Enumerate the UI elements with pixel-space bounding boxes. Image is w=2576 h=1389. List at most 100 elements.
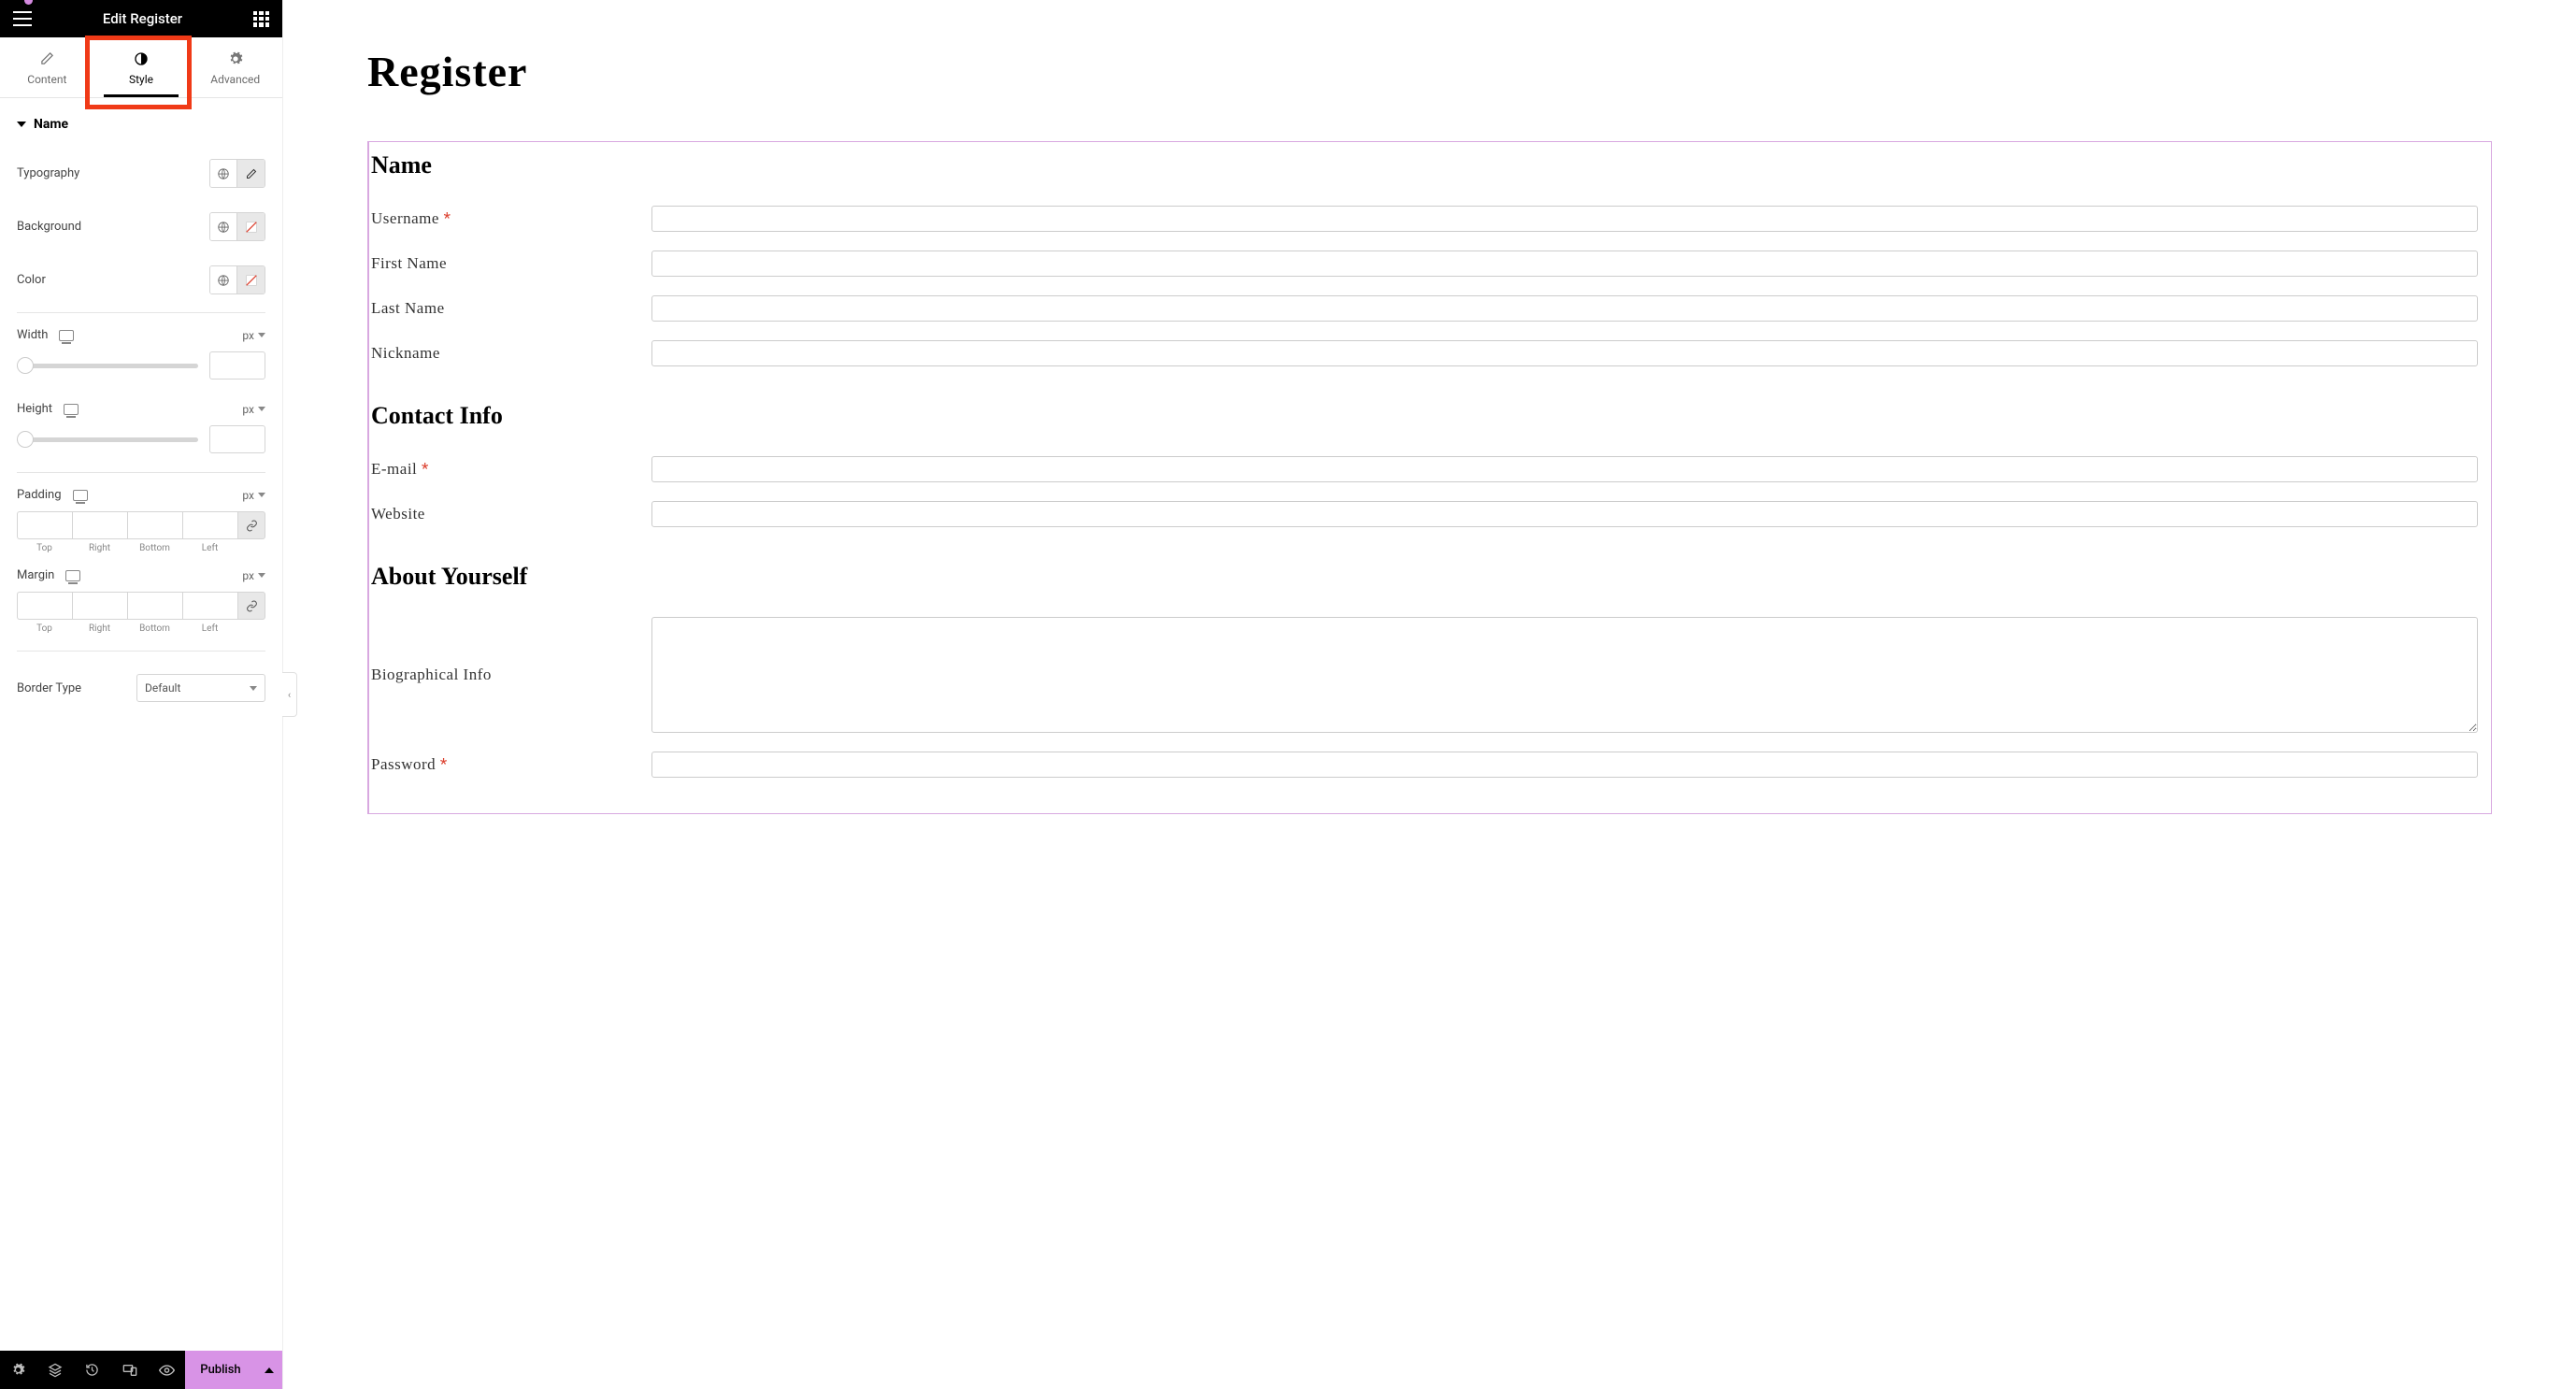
header-title: Edit Register bbox=[103, 10, 182, 27]
side-label: Bottom bbox=[139, 543, 170, 553]
field-input[interactable] bbox=[651, 617, 2478, 733]
typography-label: Typography bbox=[17, 166, 79, 180]
field-input[interactable] bbox=[651, 251, 2478, 277]
navigator-button[interactable] bbox=[37, 1351, 75, 1389]
height-input[interactable] bbox=[209, 425, 265, 453]
form-field: Last Name bbox=[369, 286, 2491, 331]
apps-icon[interactable] bbox=[253, 11, 269, 27]
margin-left-input[interactable] bbox=[182, 592, 237, 620]
border-type-select[interactable]: Default bbox=[136, 674, 265, 702]
publish-options-button[interactable] bbox=[256, 1368, 282, 1373]
edit-typography-button[interactable] bbox=[237, 160, 265, 187]
color-row: Color bbox=[17, 253, 265, 307]
required-marker: * bbox=[440, 755, 448, 774]
tab-label: Content bbox=[27, 73, 66, 86]
tab-style[interactable]: Style bbox=[94, 37, 189, 97]
link-values-button[interactable] bbox=[237, 511, 265, 539]
link-values-button[interactable] bbox=[237, 592, 265, 620]
form-heading: About Yourself bbox=[369, 553, 2491, 608]
padding-left-input[interactable] bbox=[182, 511, 237, 539]
padding-bottom-input[interactable] bbox=[127, 511, 182, 539]
field-label: Username * bbox=[371, 209, 633, 228]
background-controls bbox=[209, 212, 265, 241]
padding-label-group: Padding bbox=[17, 488, 88, 502]
border-type-label: Border Type bbox=[17, 681, 81, 695]
form-section: Contact InfoE-mail *Website bbox=[369, 393, 2491, 553]
editor-sidebar: Edit Register Content Style Advanced Nam… bbox=[0, 0, 283, 1389]
collapse-sidebar-button[interactable]: ‹ bbox=[282, 672, 297, 717]
field-input[interactable] bbox=[651, 456, 2478, 482]
publish-button[interactable]: Publish bbox=[185, 1363, 256, 1377]
gear-icon bbox=[227, 50, 243, 66]
width-input[interactable] bbox=[209, 351, 265, 379]
form-field: Password * bbox=[369, 742, 2491, 787]
background-label: Background bbox=[17, 220, 81, 234]
preview-button[interactable] bbox=[148, 1351, 185, 1389]
width-slider[interactable] bbox=[17, 356, 198, 375]
responsive-icon[interactable] bbox=[59, 330, 74, 341]
field-input[interactable] bbox=[651, 295, 2478, 322]
chevron-down-icon bbox=[258, 407, 265, 411]
section-header-name[interactable]: Name bbox=[17, 98, 265, 147]
padding-header: Padding px bbox=[17, 479, 265, 508]
field-input[interactable] bbox=[651, 501, 2478, 527]
globe-icon[interactable] bbox=[210, 266, 237, 294]
field-input[interactable] bbox=[651, 752, 2478, 778]
tab-advanced[interactable]: Advanced bbox=[188, 37, 282, 97]
required-marker: * bbox=[444, 209, 451, 228]
margin-unit-selector[interactable]: px bbox=[242, 569, 265, 582]
chevron-down-icon bbox=[258, 573, 265, 578]
padding-top-input[interactable] bbox=[17, 511, 72, 539]
color-picker-button[interactable] bbox=[237, 213, 265, 240]
responsive-icon[interactable] bbox=[73, 490, 88, 501]
form-field: Biographical Info bbox=[369, 608, 2491, 742]
typography-controls bbox=[209, 159, 265, 188]
divider bbox=[17, 312, 265, 313]
tab-label: Style bbox=[129, 73, 153, 86]
color-picker-button[interactable] bbox=[237, 266, 265, 294]
globe-icon[interactable] bbox=[210, 160, 237, 187]
chevron-down-icon bbox=[258, 493, 265, 497]
menu-icon[interactable] bbox=[13, 11, 32, 26]
background-row: Background bbox=[17, 200, 265, 253]
width-label-group: Width bbox=[17, 328, 74, 342]
preview-canvas: Register NameUsername *First Name Last N… bbox=[283, 0, 2576, 1389]
globe-icon[interactable] bbox=[210, 213, 237, 240]
margin-header: Margin px bbox=[17, 553, 265, 588]
margin-right-input[interactable] bbox=[72, 592, 127, 620]
side-label: Top bbox=[36, 623, 52, 634]
height-row: Height px bbox=[17, 393, 265, 422]
side-label: Left bbox=[202, 543, 218, 553]
page-title: Register bbox=[367, 47, 2492, 96]
form-heading: Name bbox=[369, 142, 2491, 196]
tab-content[interactable]: Content bbox=[0, 37, 94, 97]
select-value: Default bbox=[145, 681, 180, 694]
border-type-row: Border Type Default bbox=[17, 657, 265, 719]
history-button[interactable] bbox=[74, 1351, 111, 1389]
responsive-icon[interactable] bbox=[65, 570, 80, 581]
margin-label-group: Margin bbox=[17, 568, 80, 582]
bottom-toolbar: Publish bbox=[0, 1351, 282, 1389]
field-input[interactable] bbox=[651, 340, 2478, 366]
responsive-button[interactable] bbox=[111, 1351, 149, 1389]
padding-right-input[interactable] bbox=[72, 511, 127, 539]
notification-dot bbox=[24, 0, 33, 5]
margin-bottom-input[interactable] bbox=[127, 592, 182, 620]
width-unit-selector[interactable]: px bbox=[242, 329, 265, 342]
margin-top-input[interactable] bbox=[17, 592, 72, 620]
padding-unit-selector[interactable]: px bbox=[242, 489, 265, 502]
field-input[interactable] bbox=[651, 206, 2478, 232]
editor-tabs: Content Style Advanced bbox=[0, 37, 282, 98]
field-label: Nickname bbox=[371, 344, 633, 363]
form-field: E-mail * bbox=[369, 447, 2491, 492]
caret-down-icon bbox=[17, 122, 26, 127]
settings-button[interactable] bbox=[0, 1351, 37, 1389]
height-unit-selector[interactable]: px bbox=[242, 403, 265, 416]
responsive-icon[interactable] bbox=[64, 404, 79, 415]
color-label: Color bbox=[17, 273, 46, 287]
height-label-group: Height bbox=[17, 402, 79, 416]
form-field: Username * bbox=[369, 196, 2491, 241]
register-widget[interactable]: NameUsername *First Name Last Name Nickn… bbox=[367, 141, 2492, 814]
height-slider[interactable] bbox=[17, 430, 198, 449]
chevron-down-icon bbox=[250, 686, 257, 691]
